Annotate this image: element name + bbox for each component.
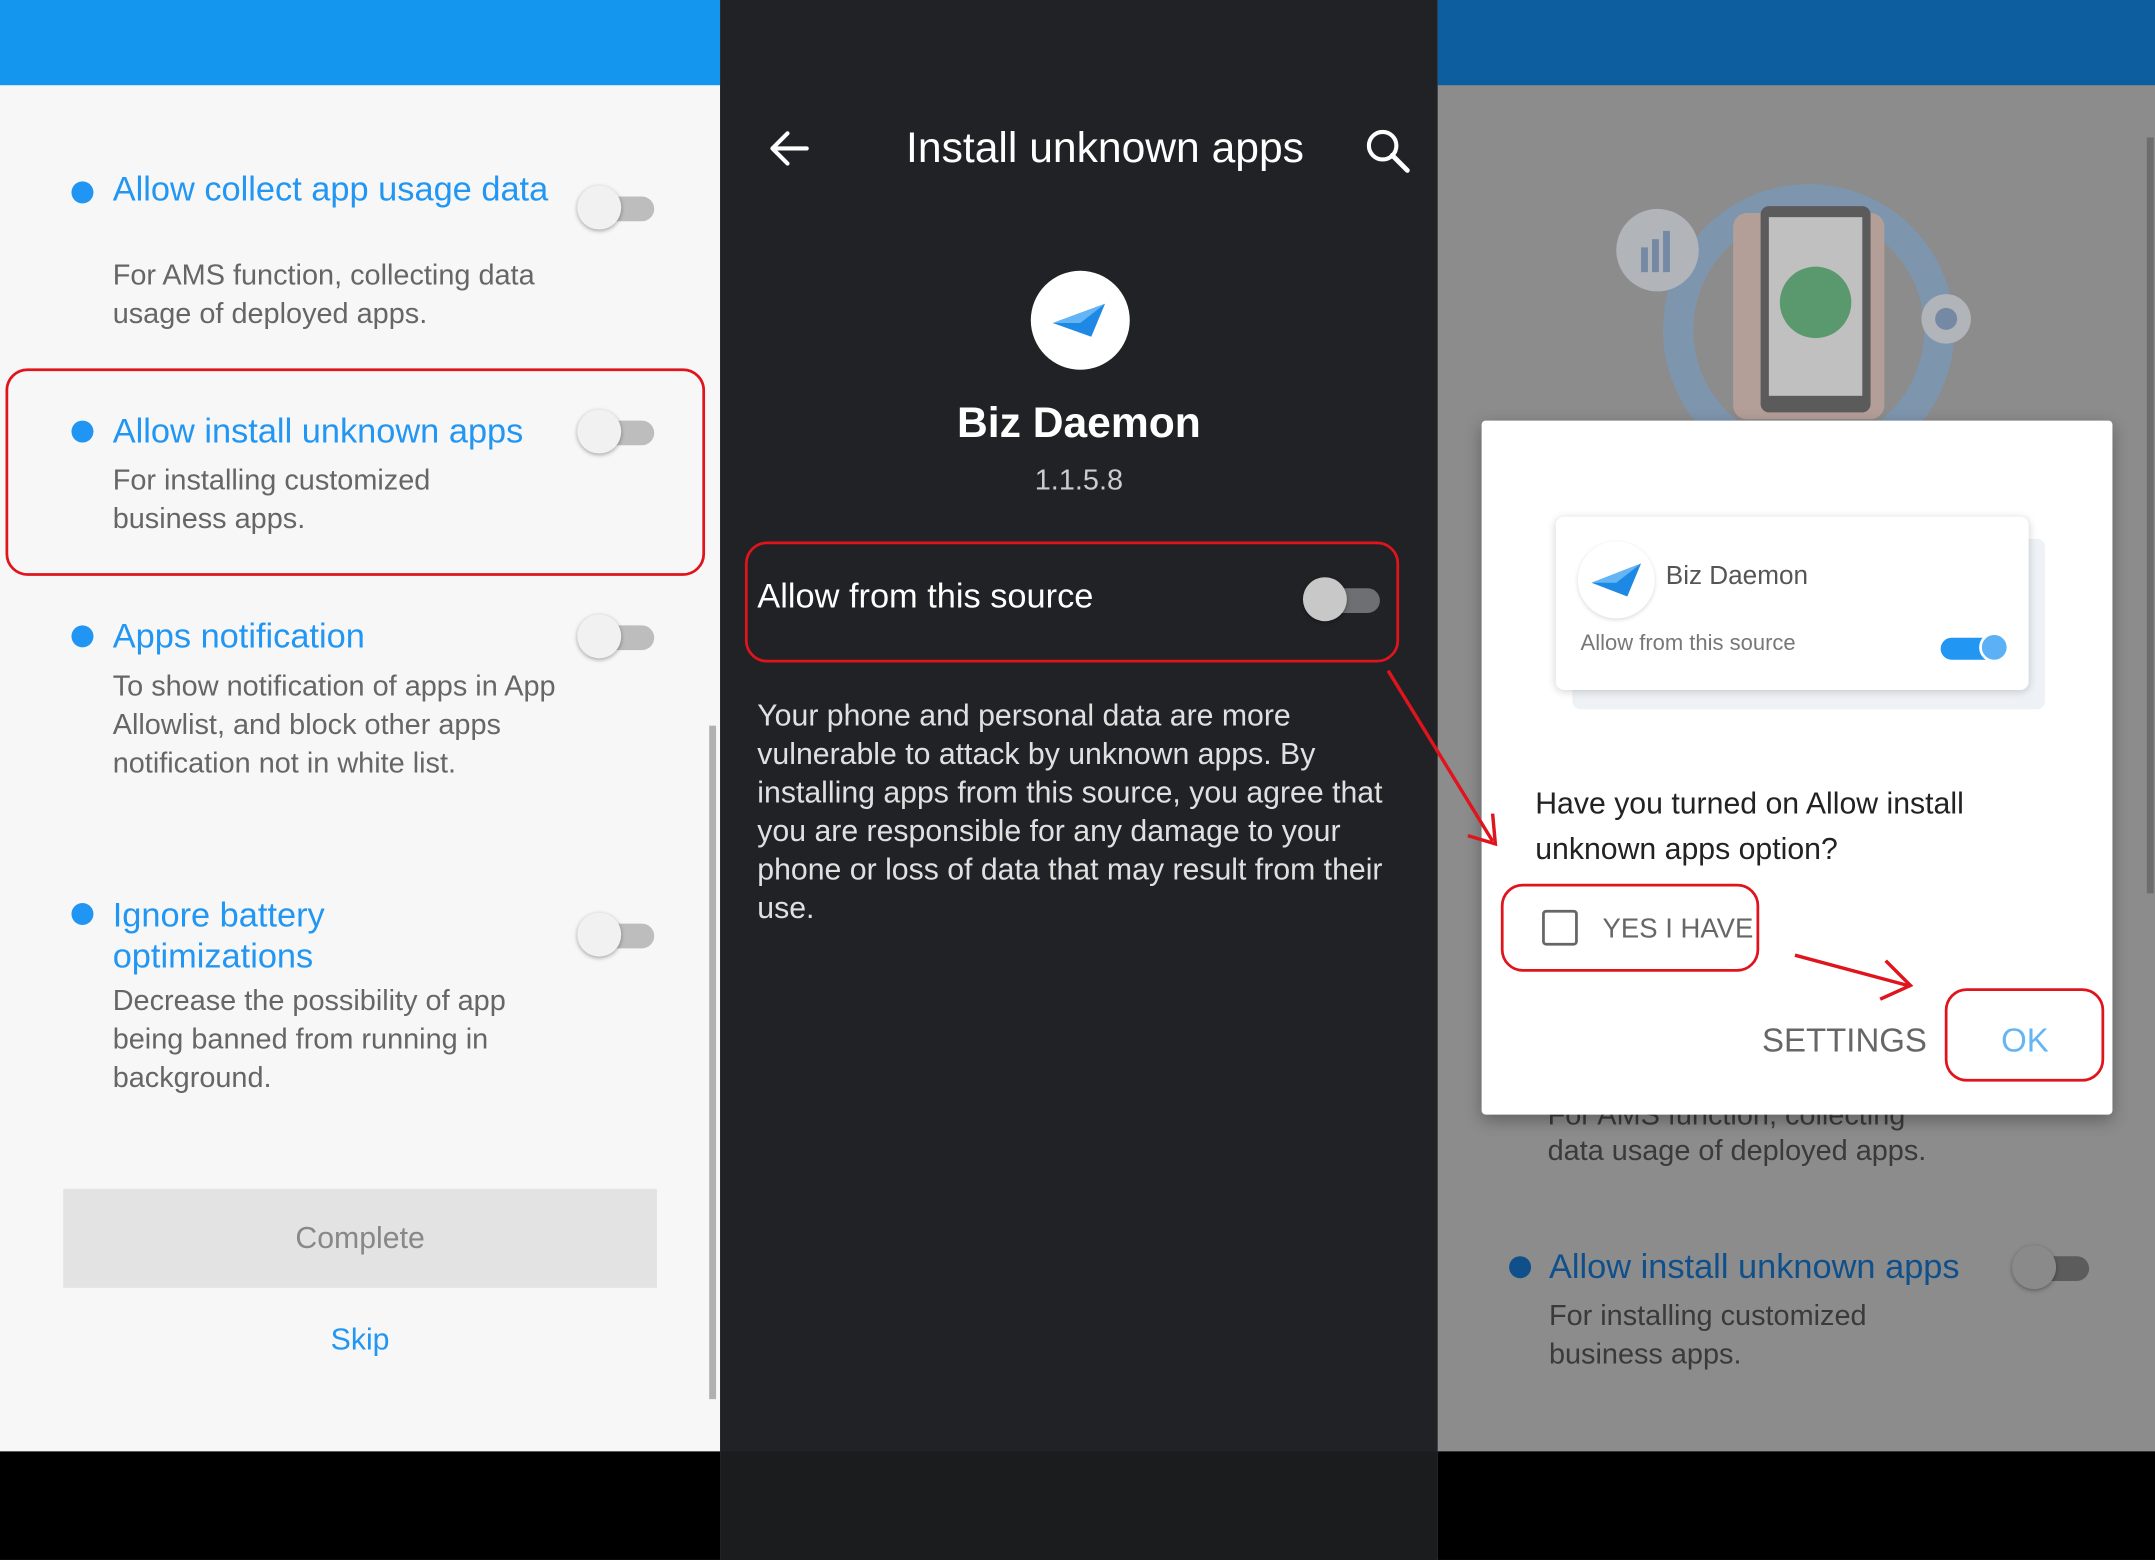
notification-toggle[interactable]	[577, 613, 657, 660]
app-icon	[1030, 270, 1130, 370]
dialog-question: Have you turned on Allow install unknown…	[1535, 786, 1964, 866]
setting-description: For AMS function, collecting data usage …	[112, 259, 535, 330]
app-name: Biz Daemon	[956, 398, 1201, 447]
card-app-name: Biz Daemon	[1665, 562, 1809, 591]
confirmation-dialog-screen: For AMS function, collecting data usage …	[1437, 0, 2155, 1560]
scrollbar[interactable]	[2146, 137, 2154, 894]
allow-source-toggle[interactable]	[1302, 576, 1383, 623]
phone-key-illustration	[1616, 184, 1971, 440]
setting-description: Decrease the possibility of app being ba…	[112, 985, 506, 1095]
setting-title: Apps notification	[112, 617, 365, 656]
bullet-dot	[1509, 1256, 1532, 1279]
setting-item-notification[interactable]: Apps notification To show notification o…	[0, 613, 715, 833]
setting-description: data usage of deployed apps.	[1547, 1135, 1927, 1167]
allow-source-label[interactable]: Allow from this source	[757, 577, 1093, 617]
setting-description: For installing customized business apps.	[112, 464, 431, 535]
checkbox-label[interactable]: YES I HAVE	[1603, 914, 1754, 946]
bullet-dot	[71, 420, 94, 443]
navigation-bar	[720, 1451, 1438, 1560]
unknown-apps-toggle[interactable]	[2012, 1244, 2092, 1291]
screenshot-composite: Allow collect app usage data For AMS fun…	[0, 0, 2155, 1560]
warning-text: Your phone and personal data are more vu…	[757, 698, 1383, 925]
paper-plane-icon	[1591, 563, 1642, 597]
setting-item-battery[interactable]: Ignore battery optimizations Decrease th…	[0, 891, 715, 1111]
status-bar	[1437, 0, 2155, 86]
install-unknown-apps-screen: Install unknown apps Biz Daemon 1.1.5.8 …	[720, 0, 1438, 1560]
settings-button[interactable]: SETTINGS	[1762, 1023, 1927, 1061]
bullet-dot	[71, 902, 94, 925]
page-title: Install unknown apps	[906, 123, 1304, 172]
yes-i-have-checkbox[interactable]	[1542, 909, 1578, 946]
scrollbar[interactable]	[709, 725, 717, 1400]
ok-button[interactable]: OK	[2001, 1023, 2049, 1061]
search-icon[interactable]	[1361, 124, 1416, 179]
setting-item-usage-data[interactable]: Allow collect app usage data For AMS fun…	[0, 165, 715, 344]
setting-title: Ignore battery optimizations	[112, 896, 325, 976]
card-allow-label: Allow from this source	[1580, 632, 1796, 656]
annotation-arrow	[1794, 953, 1914, 1001]
setting-item-unknown-apps[interactable]: Allow install unknown apps For installin…	[1438, 1242, 2153, 1379]
unknown-apps-toggle[interactable]	[577, 408, 657, 455]
battery-toggle[interactable]	[577, 911, 657, 958]
setting-title: Allow install unknown apps	[112, 412, 524, 451]
back-arrow-icon[interactable]	[761, 121, 816, 176]
bullet-dot	[71, 181, 94, 204]
example-card: Biz Daemon Allow from this source	[1555, 516, 2029, 690]
setting-description: To show notification of apps in App Allo…	[112, 670, 556, 780]
confirm-dialog: Biz Daemon Allow from this source Have y…	[1481, 420, 2113, 1115]
annotation-arrow	[1386, 669, 1498, 847]
bullet-dot	[71, 625, 94, 648]
usage-data-toggle[interactable]	[577, 184, 657, 231]
status-bar	[0, 0, 721, 86]
app-version: 1.1.5.8	[1034, 464, 1124, 497]
setting-item-unknown-apps[interactable]: Allow install unknown apps For installin…	[0, 407, 715, 558]
setting-description: For installing customized business apps.	[1548, 1300, 1867, 1371]
paper-plane-icon	[1052, 303, 1106, 337]
permissions-screen-light: Allow collect app usage data For AMS fun…	[0, 0, 721, 1560]
navigation-bar	[1437, 1451, 2155, 1560]
navigation-bar	[0, 1451, 721, 1560]
card-toggle-on	[1940, 632, 2010, 663]
skip-link[interactable]: Skip	[63, 1322, 657, 1358]
setting-title: Allow install unknown apps	[1548, 1247, 1960, 1287]
app-icon	[1577, 541, 1655, 619]
complete-button[interactable]: Complete	[63, 1188, 657, 1288]
setting-title: Allow collect app usage data	[112, 170, 549, 209]
